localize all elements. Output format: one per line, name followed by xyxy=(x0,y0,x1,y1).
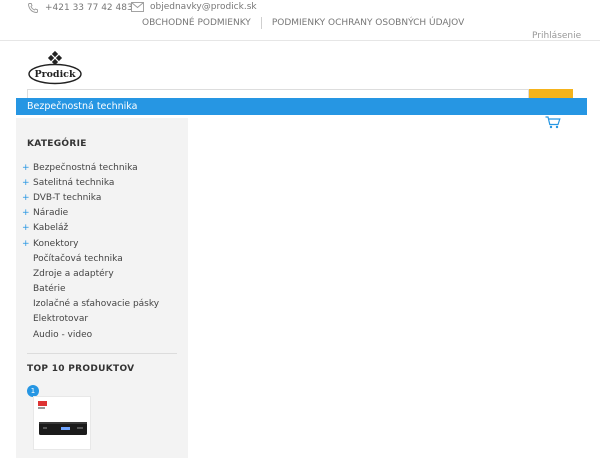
category-item[interactable]: Počítačová technika xyxy=(22,251,159,266)
logo[interactable]: Prodick xyxy=(27,50,83,85)
phone-number[interactable]: +421 33 77 42 483 xyxy=(45,3,133,13)
category-bar-label[interactable]: Bezpečnostná technika xyxy=(27,101,137,112)
category-label[interactable]: Izolačné a sťahovacie pásky xyxy=(33,299,159,309)
category-item[interactable]: Izolačné a sťahovacie pásky xyxy=(22,297,159,312)
category-label[interactable]: DVB-T technika xyxy=(33,193,101,203)
phone-icon xyxy=(27,2,39,14)
email-address[interactable]: objednavky@prodick.sk xyxy=(150,2,257,12)
category-label[interactable]: Náradie xyxy=(33,208,68,218)
link-separator xyxy=(260,17,262,29)
cart-icon[interactable] xyxy=(545,114,561,133)
sidebar-divider xyxy=(27,353,177,354)
category-label[interactable]: Audio - video xyxy=(33,330,92,340)
category-item[interactable]: + Konektory xyxy=(22,236,159,251)
categories-title: KATEGÓRIE xyxy=(27,139,87,149)
plus-icon[interactable]: + xyxy=(22,223,33,233)
category-item[interactable]: + Bezpečnostná technika xyxy=(22,160,159,175)
category-item[interactable]: + Satelitná technika xyxy=(22,175,159,190)
category-item[interactable]: + Náradie xyxy=(22,206,159,221)
contact-phone[interactable]: +421 33 77 42 483 xyxy=(27,2,133,14)
privacy-link[interactable]: PODMIENKY OCHRANY OSOBNÝCH ÚDAJOV xyxy=(272,18,464,28)
plus-icon[interactable]: + xyxy=(22,178,33,188)
category-item[interactable]: Batérie xyxy=(22,282,159,297)
category-label[interactable]: Konektory xyxy=(33,239,78,249)
plus-icon[interactable]: + xyxy=(22,208,33,218)
category-label[interactable]: Kabeláž xyxy=(33,223,68,233)
category-label[interactable]: Počítačová technika xyxy=(33,254,123,264)
product-image[interactable] xyxy=(33,396,91,450)
category-item[interactable]: + Kabeláž xyxy=(22,221,159,236)
category-label[interactable]: Satelitná technika xyxy=(33,178,114,188)
category-label[interactable]: Batérie xyxy=(33,284,66,294)
mail-icon xyxy=(131,2,144,12)
top-links: OBCHODNÉ PODMIENKY PODMIENKY OCHRANY OSO… xyxy=(142,17,464,29)
category-item[interactable]: Zdroje a adaptéry xyxy=(22,266,159,281)
logo-text: Prodick xyxy=(34,69,76,80)
top-bar: +421 33 77 42 483 objednavky@prodick.sk … xyxy=(0,0,600,41)
contact-email[interactable]: objednavky@prodick.sk xyxy=(131,2,257,12)
plus-icon[interactable]: + xyxy=(22,193,33,203)
plus-icon[interactable]: + xyxy=(22,163,33,173)
category-item[interactable]: Audio - video xyxy=(22,327,159,342)
category-label[interactable]: Elektrotovar xyxy=(33,314,88,324)
plus-icon[interactable]: + xyxy=(22,239,33,249)
terms-link[interactable]: OBCHODNÉ PODMIENKY xyxy=(142,18,251,28)
category-label[interactable]: Zdroje a adaptéry xyxy=(33,269,114,279)
category-list: + Bezpečnostná technika + Satelitná techni… xyxy=(22,160,159,342)
category-item[interactable]: Elektrotovar xyxy=(22,312,159,327)
category-label[interactable]: Bezpečnostná technika xyxy=(33,163,138,173)
category-bar[interactable]: Bezpečnostná technika xyxy=(16,98,587,115)
category-item[interactable]: + DVB-T technika xyxy=(22,190,159,205)
login-link[interactable]: Prihlásenie xyxy=(532,31,581,41)
top-products-title: TOP 10 PRODUKTOV xyxy=(27,364,135,374)
